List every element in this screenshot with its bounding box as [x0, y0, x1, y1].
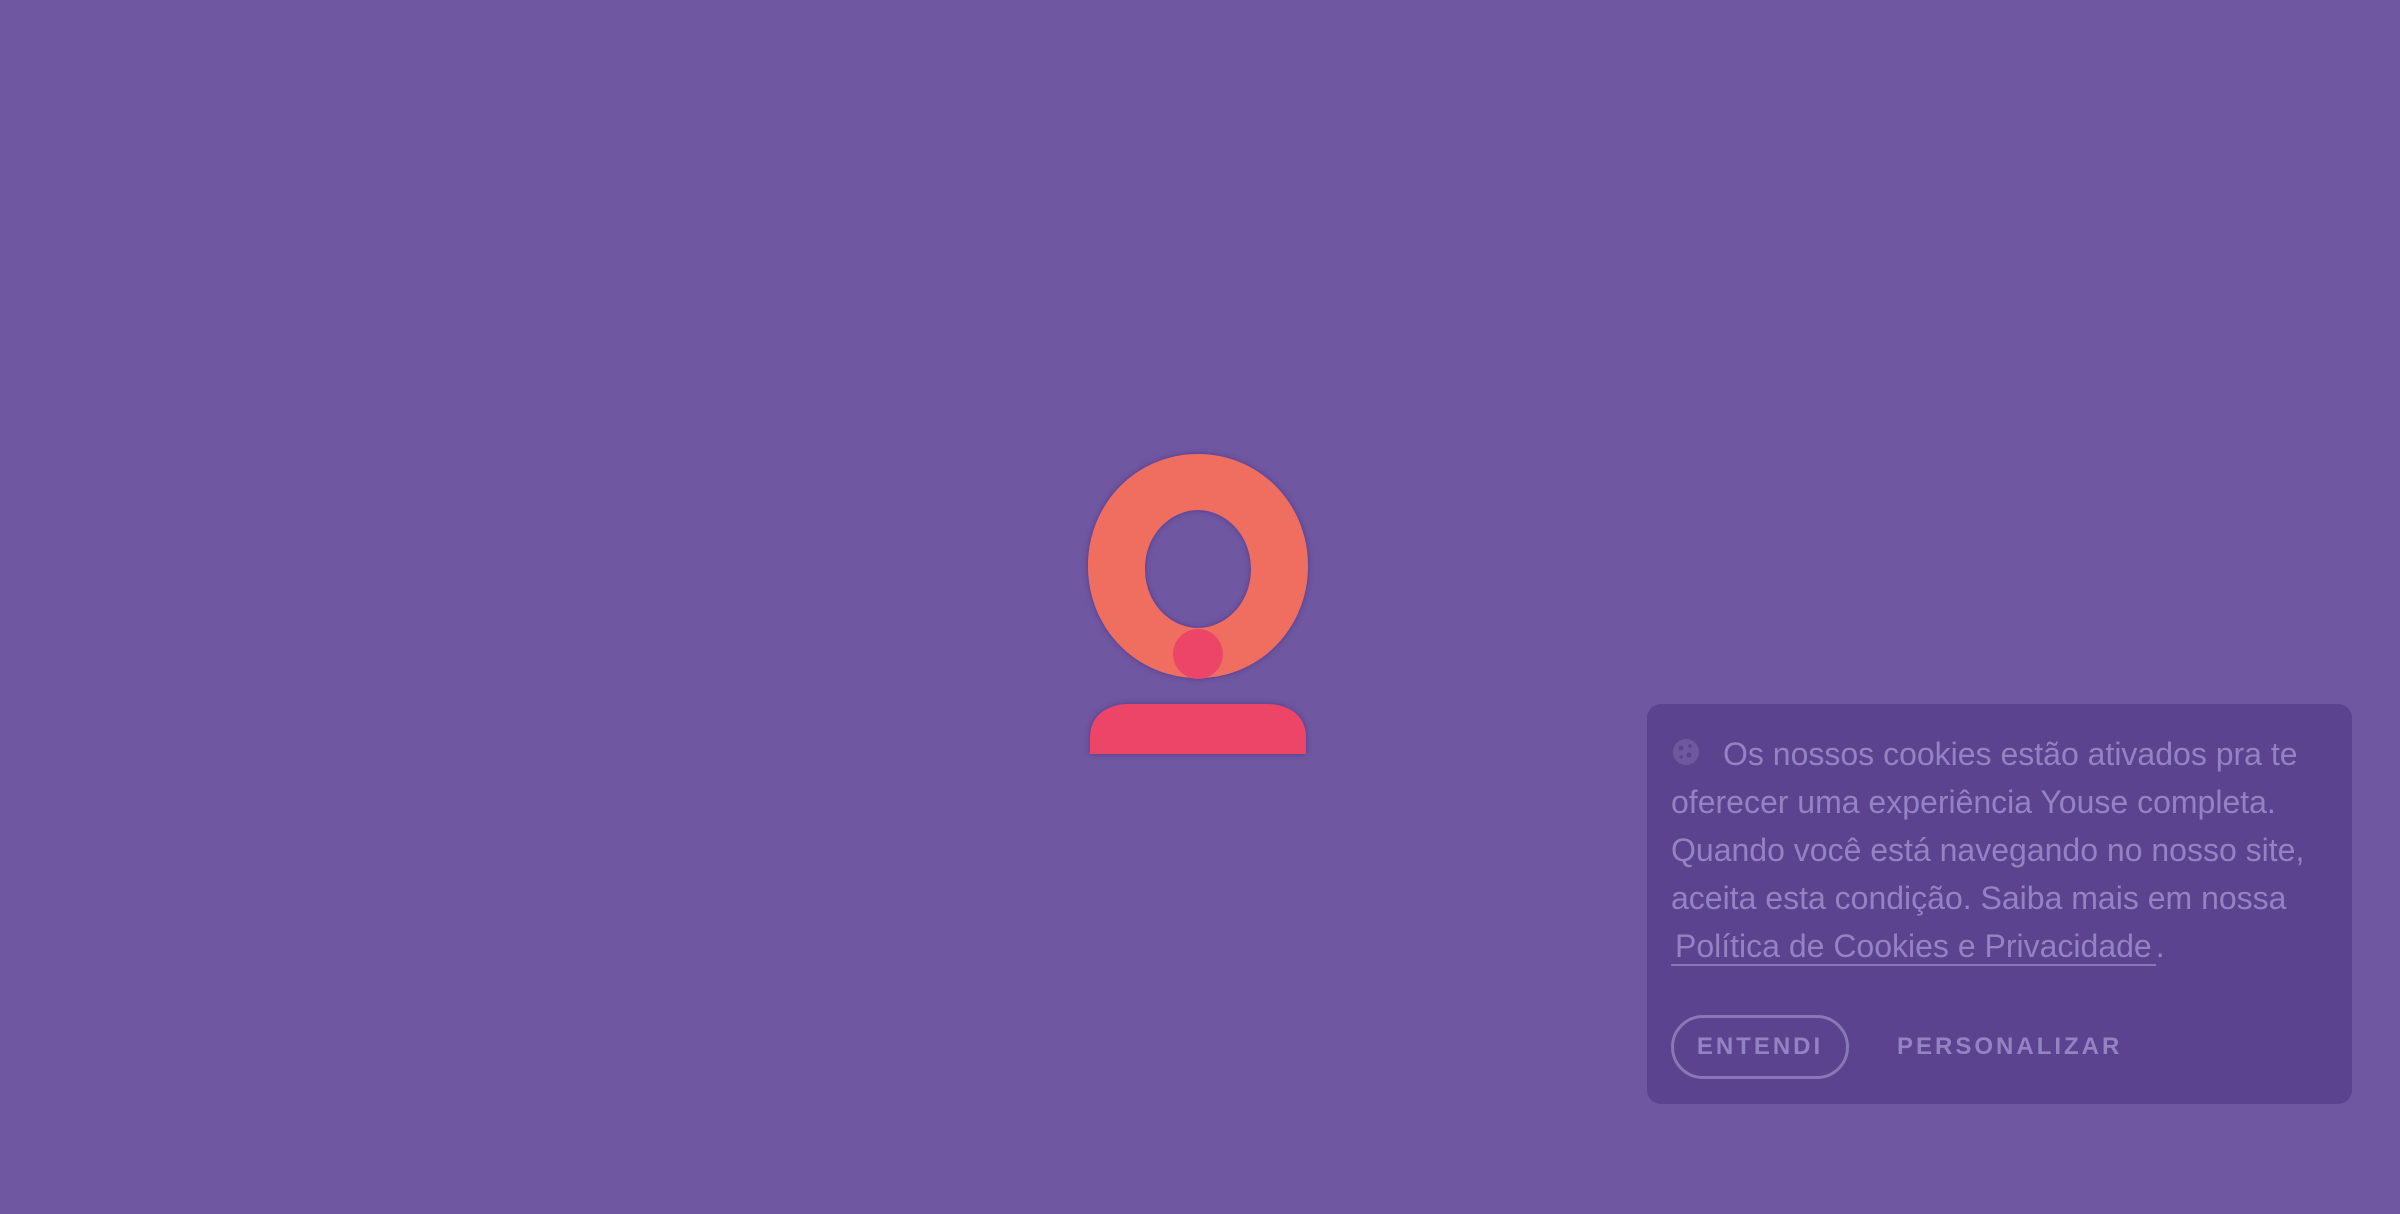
cookie-actions: ENTENDI PERSONALIZAR	[1671, 1015, 2122, 1079]
youse-logo-icon	[1078, 448, 1318, 760]
cookie-banner: Os nossos cookies estão ativados pra te …	[1647, 704, 2352, 1104]
cookie-message-period: .	[2155, 928, 2165, 964]
cookie-message: Os nossos cookies estão ativados pra te …	[1671, 730, 2328, 970]
cookie-policy-link[interactable]: Política de Cookies e Privacidade	[1671, 928, 2156, 966]
cookie-message-text: Os nossos cookies estão ativados pra te …	[1671, 736, 2305, 916]
customize-cookies-button[interactable]: PERSONALIZAR	[1897, 1033, 2122, 1061]
accept-cookies-button[interactable]: ENTENDI	[1671, 1015, 1849, 1079]
cookie-icon	[1671, 737, 1701, 767]
